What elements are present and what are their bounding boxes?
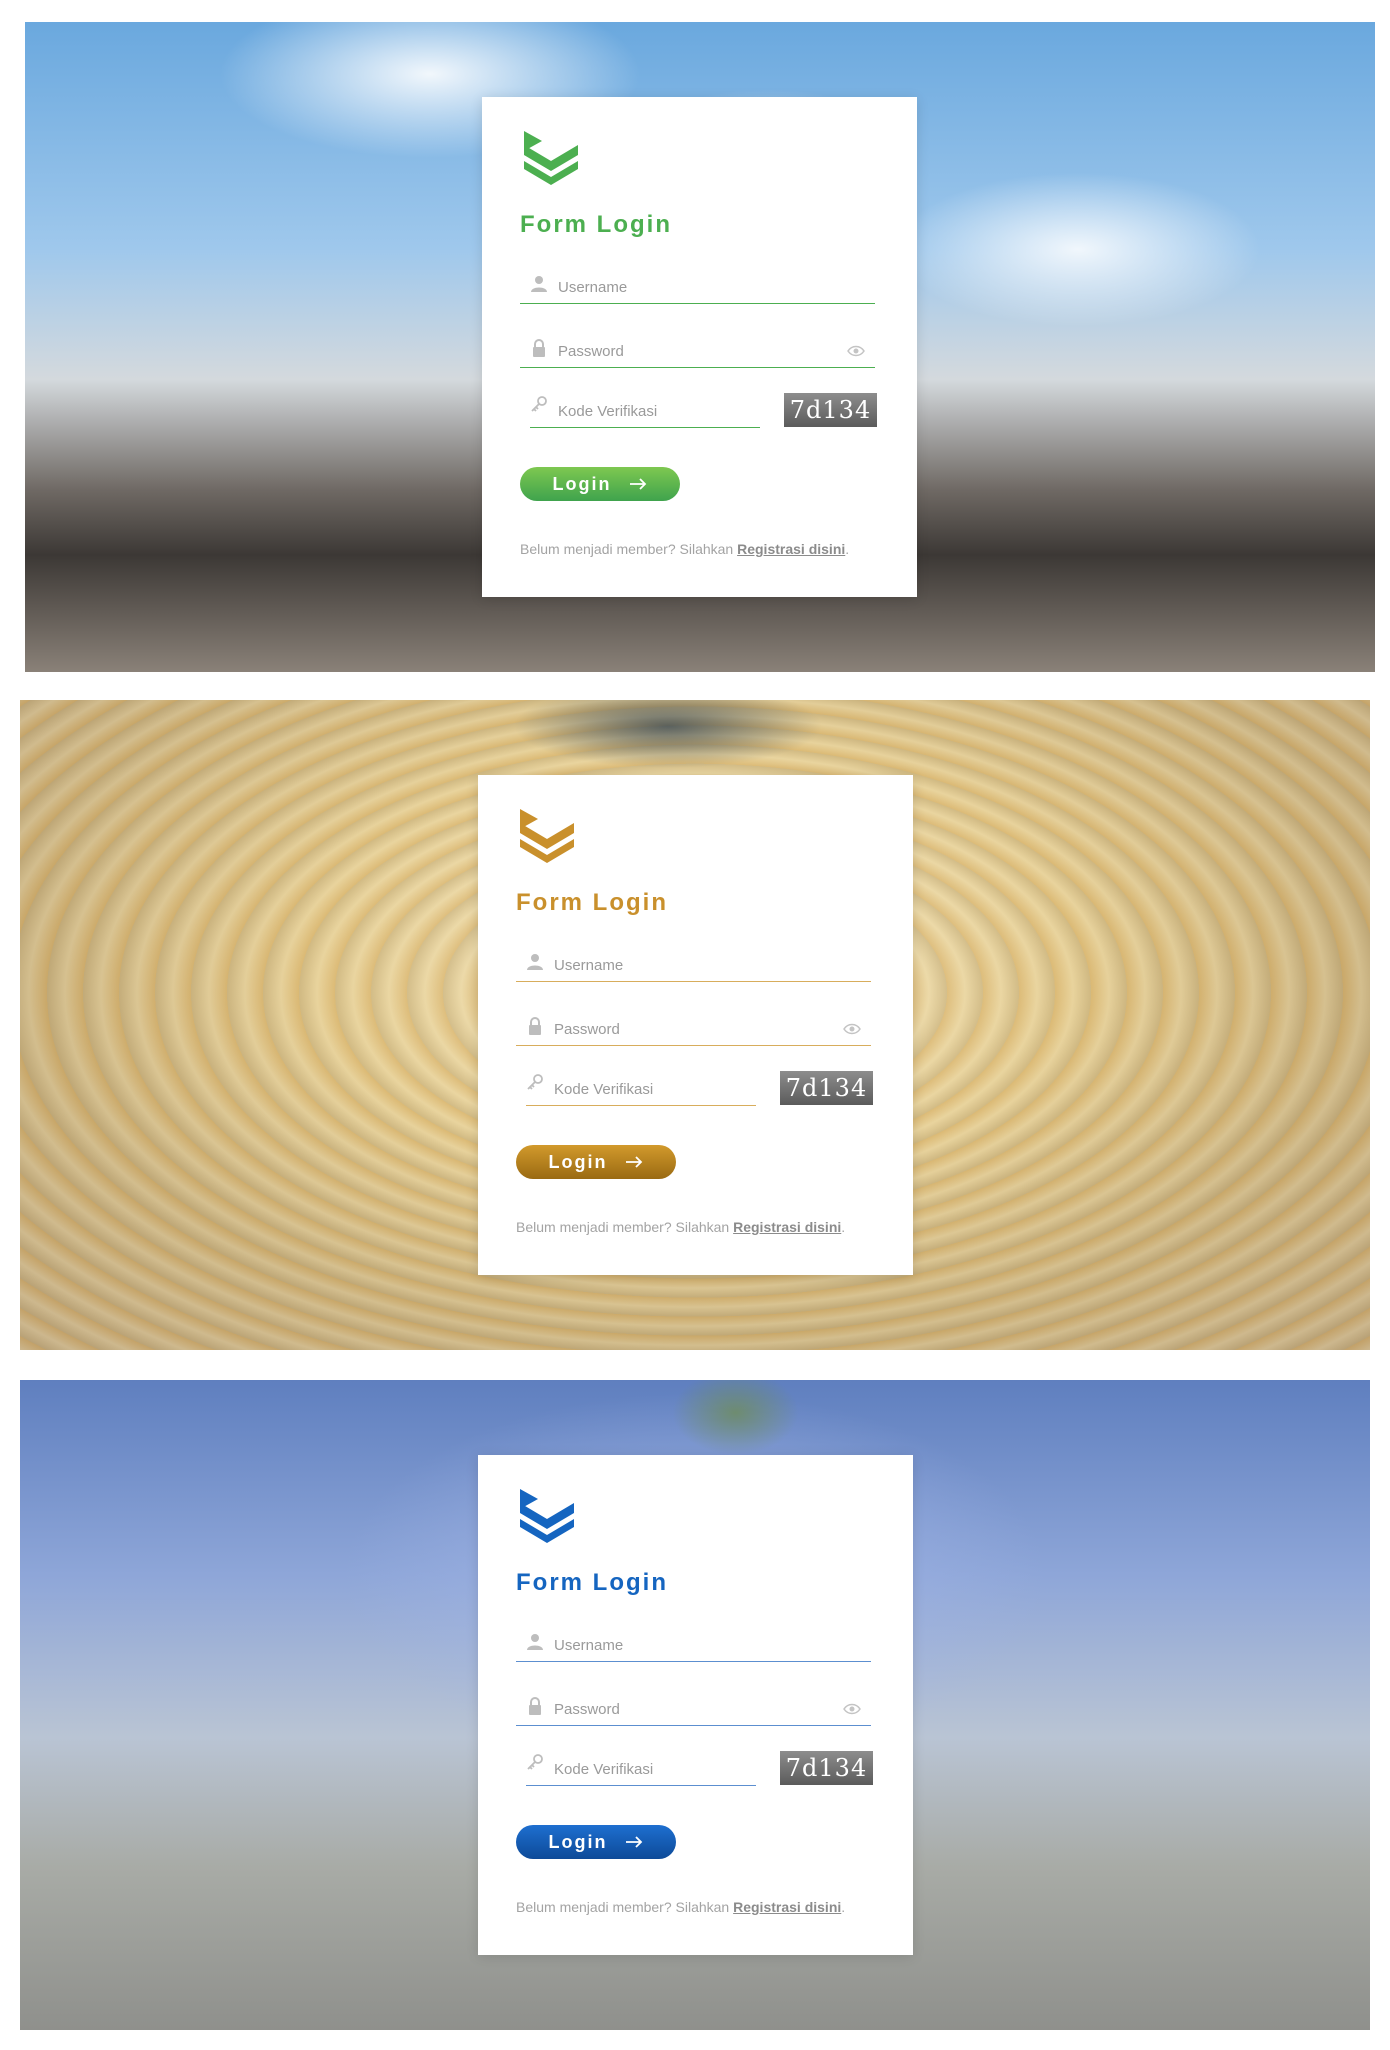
register-prompt-text: Belum menjadi member? Silahkan — [520, 541, 738, 557]
screen-green: Form Login Username Password Kode Verifi… — [25, 22, 1375, 672]
password-field[interactable]: Password — [516, 1011, 871, 1046]
password-field[interactable]: Password — [520, 333, 875, 368]
verification-code-placeholder: Kode Verifikasi — [554, 1081, 654, 1098]
username-field[interactable]: Username — [516, 947, 871, 982]
password-placeholder: Password — [558, 343, 624, 360]
register-link[interactable]: Registrasi disini — [733, 1219, 841, 1235]
verification-code-field[interactable]: Kode Verifikasi — [526, 1751, 756, 1786]
arrow-right-icon — [630, 478, 647, 490]
lock-icon — [529, 1017, 541, 1035]
username-placeholder: Username — [558, 279, 628, 296]
key-icon — [527, 1074, 543, 1090]
user-icon — [527, 954, 543, 970]
layers-chevron-logo — [524, 131, 578, 185]
register-prompt-text: Belum menjadi member? Silahkan — [516, 1899, 734, 1915]
user-icon — [531, 276, 547, 292]
form-title: Form Login — [516, 1569, 668, 1596]
username-placeholder: Username — [554, 957, 624, 974]
arrow-right-icon — [626, 1156, 643, 1168]
password-field[interactable]: Password — [516, 1691, 871, 1726]
login-button[interactable]: Login — [520, 467, 680, 501]
verification-code-placeholder: Kode Verifikasi — [558, 403, 658, 420]
username-placeholder: Username — [554, 1637, 624, 1654]
login-button-label: Login — [548, 1151, 608, 1172]
key-icon — [531, 396, 547, 412]
login-button[interactable]: Login — [516, 1825, 676, 1859]
captcha-image: 7d134 — [780, 1751, 873, 1785]
lock-icon — [533, 339, 545, 357]
layers-chevron-logo — [520, 809, 574, 863]
register-prompt: Belum menjadi member? Silahkan Registras… — [516, 1219, 845, 1235]
screen-blue: Form Login Username Password Kode Verifi… — [20, 1380, 1370, 2030]
key-icon — [527, 1754, 543, 1770]
login-button[interactable]: Login — [516, 1145, 676, 1179]
captcha-image: 7d134 — [780, 1071, 873, 1105]
lock-icon — [529, 1697, 541, 1715]
password-placeholder: Password — [554, 1021, 620, 1038]
layers-chevron-logo — [520, 1489, 574, 1543]
register-link[interactable]: Registrasi disini — [737, 541, 845, 557]
login-card: Form Login Username Password Kode Verifi… — [478, 775, 913, 1275]
captcha-image: 7d134 — [784, 393, 877, 427]
username-field[interactable]: Username — [516, 1627, 871, 1662]
verification-code-field[interactable]: Kode Verifikasi — [530, 393, 760, 428]
login-card: Form Login Username Password Kode Verifi… — [478, 1455, 913, 1955]
login-card: Form Login Username Password Kode Verifi… — [482, 97, 917, 597]
password-placeholder: Password — [554, 1701, 620, 1718]
eye-icon[interactable] — [843, 1023, 861, 1035]
form-title: Form Login — [520, 211, 672, 238]
eye-icon[interactable] — [843, 1703, 861, 1715]
form-title: Form Login — [516, 889, 668, 916]
register-prompt: Belum menjadi member? Silahkan Registras… — [520, 541, 849, 557]
register-prompt-text: Belum menjadi member? Silahkan — [516, 1219, 734, 1235]
register-prompt-end: . — [841, 1219, 846, 1235]
arrow-right-icon — [626, 1836, 643, 1848]
verification-code-field[interactable]: Kode Verifikasi — [526, 1071, 756, 1106]
login-button-label: Login — [552, 473, 612, 494]
login-button-label: Login — [548, 1831, 608, 1852]
username-field[interactable]: Username — [520, 269, 875, 304]
register-prompt: Belum menjadi member? Silahkan Registras… — [516, 1899, 845, 1915]
register-link[interactable]: Registrasi disini — [733, 1899, 841, 1915]
eye-icon[interactable] — [847, 345, 865, 357]
register-prompt-end: . — [845, 541, 850, 557]
verification-code-placeholder: Kode Verifikasi — [554, 1761, 654, 1778]
user-icon — [527, 1634, 543, 1650]
register-prompt-end: . — [841, 1899, 846, 1915]
screen-gold: Form Login Username Password Kode Verifi… — [20, 700, 1370, 1350]
